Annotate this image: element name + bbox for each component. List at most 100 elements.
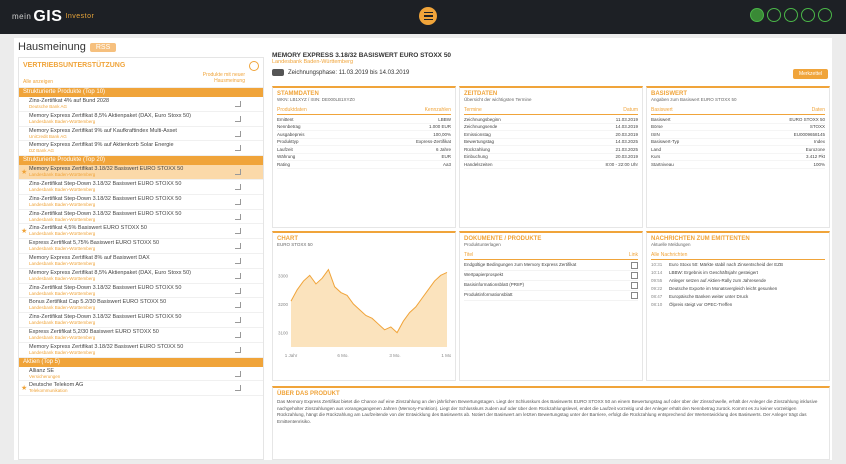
rss-badge[interactable]: RSS <box>89 42 117 52</box>
document-row[interactable]: Endgültige Bedingungen zum Memory Expres… <box>464 261 638 271</box>
open-icon[interactable] <box>235 257 241 264</box>
sidebar-list-item[interactable]: Memory Express Zertifikat 8% auf Basiswe… <box>19 254 263 269</box>
top-icon-group <box>750 8 832 22</box>
sidebar-list-item[interactable]: ★ Deutsche Telekom AG Telekommunikation <box>19 381 263 397</box>
open-icon[interactable] <box>235 115 241 122</box>
menu-icon[interactable] <box>419 7 437 25</box>
settings-icon[interactable] <box>784 8 798 22</box>
news-item[interactable]: 10:31 Euro Stoxx 50: Märkte stabil nach Z… <box>651 261 825 269</box>
logout-icon[interactable] <box>818 8 832 22</box>
document-title: Basisinformationsblatt (PRIIP) <box>464 282 525 287</box>
open-icon[interactable] <box>235 145 241 152</box>
document-row[interactable]: Produktinformationsblatt <box>464 291 638 301</box>
sidebar-list-item[interactable]: Express Zertifikat 5,2/30 Basiswert EURO… <box>19 328 263 343</box>
watchlist-button[interactable]: Merkzettel <box>792 69 828 79</box>
sidebar-list-item[interactable]: Bonus Zertifikat Cap 5.2/30 Basiswert EU… <box>19 298 263 314</box>
refresh-icon[interactable] <box>249 61 259 71</box>
data-row: Kurs 3.412 Pkt <box>651 154 825 161</box>
subscription-text: Zeichnungsphase: 11.03.2019 bis 14.03.20… <box>288 69 410 76</box>
sidebar-show-all[interactable]: Alle anzeigen <box>23 79 53 85</box>
pdf-icon[interactable] <box>631 292 638 299</box>
sidebar-list-item[interactable]: Zins-Zertifikat Step-Down 3.18/32 Basisw… <box>19 210 263 225</box>
news-all-link[interactable]: Alle Nachrichten <box>651 252 687 258</box>
item-issuer: Landesbank Baden-Württemberg <box>29 118 96 124</box>
news-item[interactable]: 08:47 Europäische Banken weiter unter Dru… <box>651 293 825 301</box>
sidebar-list-item[interactable]: Zins-Zertifikat Step-Down 3.18/32 Basisw… <box>19 195 263 210</box>
data-row: Währung EUR <box>277 154 451 161</box>
open-icon[interactable] <box>235 130 241 137</box>
card-subtitle: Aktuelle Meldungen <box>651 242 691 247</box>
sidebar-list-item[interactable]: Zins-Zertifikat 4% auf Bund 2028 Deutsche… <box>19 97 263 112</box>
document-row[interactable]: Basisinformationsblatt (PRIIP) <box>464 281 638 291</box>
sidebar-list-item[interactable]: Memory Express Zertifikat 3.18/32 Basisw… <box>19 343 263 358</box>
card-subheader: Basiswert Daten <box>651 107 825 115</box>
open-icon[interactable] <box>235 302 241 309</box>
open-icon[interactable] <box>235 169 241 176</box>
news-item[interactable]: 09:22 Deutsche Exporte im Monatsvergleich… <box>651 285 825 293</box>
open-icon[interactable] <box>235 317 241 324</box>
col-right-head: Kennzahlen <box>424 107 451 113</box>
pdf-icon[interactable] <box>631 262 638 269</box>
news-item[interactable]: 10:14 LBBW: Ergebnis im Geschäftsjahr ges… <box>651 269 825 277</box>
row-value: 100% <box>813 161 825 167</box>
sidebar-list-item[interactable]: Memory Express Zertifikat 9% auf Kaufkra… <box>19 127 263 142</box>
calendar-icon <box>272 69 284 76</box>
sidebar-list-item[interactable]: Zins-Zertifikat Step-Down 3.18/32 Basisw… <box>19 180 263 195</box>
logo-suffix: Investor <box>65 13 95 21</box>
sidebar-list-item[interactable]: Zins-Zertifikat Step-Down 3.18/32 Basisw… <box>19 284 263 299</box>
price-chart[interactable]: 3300 3200 3100 1 Jahr 6 Mo. 3 Mo. 1 Mo. <box>277 247 451 367</box>
user-icon[interactable] <box>750 8 764 22</box>
open-icon[interactable] <box>235 183 241 190</box>
basiswert-card: BASISWERT Angaben zum Basiswert EURO STO… <box>646 86 830 228</box>
pdf-icon[interactable] <box>631 272 638 279</box>
row-label: Einbuchung <box>464 154 488 160</box>
sidebar-section-header[interactable]: Aktien (Top 5) <box>19 357 263 367</box>
pdf-icon[interactable] <box>631 282 638 289</box>
sidebar-filter-label[interactable]: Produkte mit neuer Hausmeinung <box>195 72 245 84</box>
news-item[interactable]: 09:55 Anleger setzen auf Aktien-Rally zum… <box>651 277 825 285</box>
open-icon[interactable] <box>235 101 241 107</box>
sidebar-list-item[interactable]: Memory Express Zertifikat 8,5% Aktienpak… <box>19 269 263 284</box>
row-label: Emissionstag <box>464 131 491 137</box>
sidebar-section-header[interactable]: Strukturierte Produkte (Top 10) <box>19 88 263 97</box>
open-icon[interactable] <box>235 370 241 377</box>
document-row[interactable]: Wertpapierprospekt <box>464 271 638 281</box>
item-issuer: Deutsche Bank AG <box>29 104 68 109</box>
open-icon[interactable] <box>235 287 241 294</box>
open-icon[interactable] <box>235 346 241 353</box>
open-icon[interactable] <box>235 228 241 235</box>
product-name: MEMORY EXPRESS 3.18/32 BASISWERT EURO ST… <box>272 52 452 59</box>
open-icon[interactable] <box>235 272 241 279</box>
notification-icon[interactable] <box>767 8 781 22</box>
y-tick-label: 3100 <box>278 331 289 336</box>
sidebar-list-item[interactable]: Express Zertifikat 5,75% Basiswert EURO … <box>19 239 263 254</box>
row-value: 1.000 EUR <box>428 124 451 130</box>
news-item[interactable]: 08:10 Ölpreis steigt vor OPEC-Treffen <box>651 301 825 309</box>
app-logo[interactable]: mein GIS Investor <box>12 8 94 26</box>
row-label: Zeichnungsbeginn <box>464 116 501 122</box>
data-row: Einbuchung 20.03.2019 <box>464 154 638 161</box>
data-row: Startniveau 100% <box>651 161 825 169</box>
open-icon[interactable] <box>235 385 241 392</box>
open-icon[interactable] <box>235 331 241 338</box>
news-headline: Euro Stoxx 50: Märkte stabil nach Zinsen… <box>669 262 784 267</box>
sidebar-list-item[interactable]: Allianz SE Versicherungen <box>19 367 263 382</box>
sidebar-list-item[interactable]: Zins-Zertifikat Step-Down 3.18/32 Basisw… <box>19 313 263 328</box>
open-icon[interactable] <box>235 243 241 250</box>
sidebar-section-header[interactable]: Strukturierte Produkte (Top 20) <box>19 156 263 166</box>
row-label: Börse <box>651 124 663 130</box>
item-issuer: Landesbank Baden-Württemberg <box>29 334 96 340</box>
col-left-head: Termine <box>464 107 482 113</box>
card-subtitle: Angaben zum Basiswert EURO STOXX 50 <box>651 97 737 102</box>
sidebar-list-item[interactable]: Memory Express Zertifikat 8,5% Aktienpak… <box>19 112 263 127</box>
help-icon[interactable] <box>801 8 815 22</box>
sidebar-list-item[interactable]: ★ Memory Express Zertifikat 3.18/32 Basis… <box>19 165 263 180</box>
star-icon: ★ <box>21 228 28 236</box>
open-icon[interactable] <box>235 198 241 205</box>
sidebar-list-item[interactable]: Memory Express Zertifikat 9% auf Aktienk… <box>19 141 263 157</box>
open-icon[interactable] <box>235 213 241 220</box>
star-icon: ★ <box>21 169 28 177</box>
sidebar-list-item[interactable]: ★ Zins-Zertifikat 4,5% Basiswert EURO STO… <box>19 224 263 240</box>
item-issuer: Landesbank Baden-Württemberg <box>29 186 96 192</box>
data-row: Emittent LBBW <box>277 116 451 124</box>
